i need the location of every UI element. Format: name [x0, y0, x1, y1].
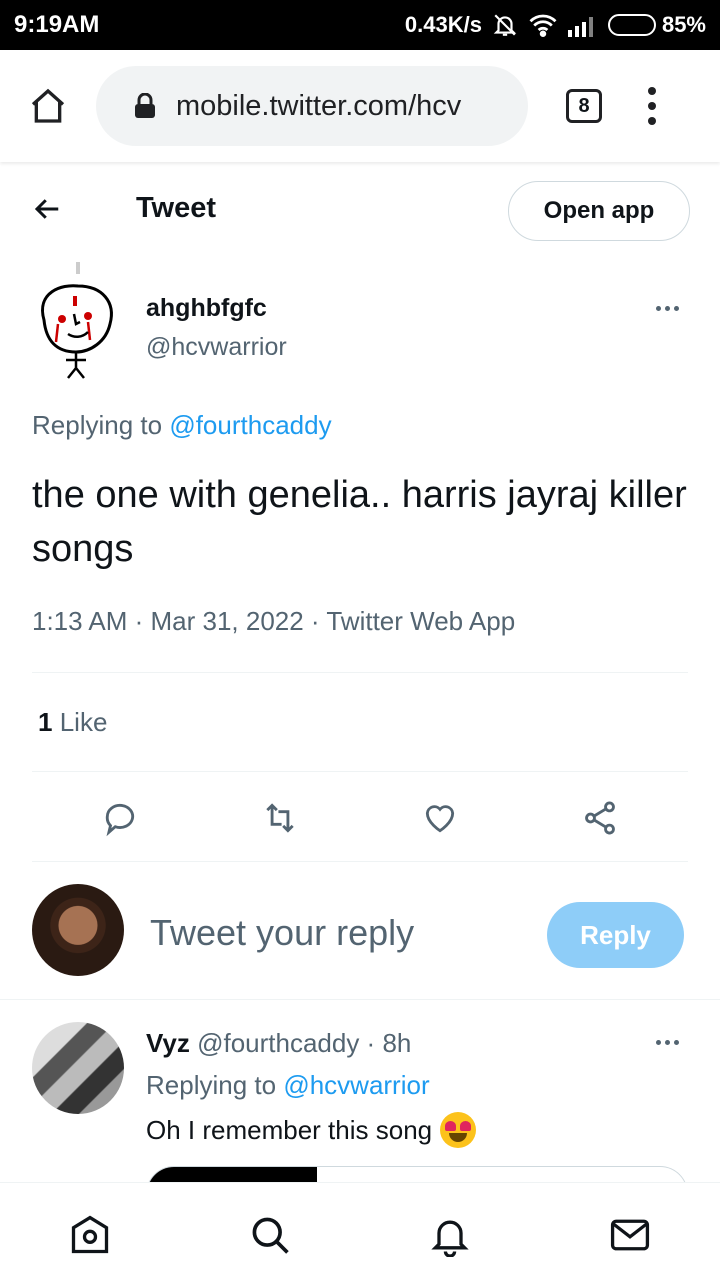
reply-input[interactable]: Tweet your reply: [150, 912, 414, 954]
reply-replying-prefix: Replying to: [146, 1070, 277, 1100]
bell-icon: [431, 1220, 469, 1257]
more-dot: [656, 306, 661, 311]
more-dot: [674, 306, 679, 311]
url-text: mobile.twitter.com/hcv: [176, 89, 462, 122]
more-dot: [674, 1040, 679, 1045]
reply-submit-button[interactable]: Reply: [547, 902, 684, 968]
divider: [32, 771, 688, 772]
nav-notifications[interactable]: [428, 1213, 472, 1257]
retweet-action-button[interactable]: [260, 796, 300, 840]
tweet-meta[interactable]: 1:13 AM · Mar 31, 2022 · Twitter Web App: [32, 606, 515, 637]
share-icon: [585, 801, 615, 835]
search-icon: [252, 1217, 289, 1254]
battery-icon: [607, 14, 656, 36]
tab-switcher-button[interactable]: 8: [566, 89, 602, 123]
heart-eyes-emoji-icon: [440, 1112, 477, 1148]
divider: [32, 861, 688, 862]
reply-bubble-icon: [105, 803, 135, 837]
like-action-button[interactable]: [420, 796, 460, 840]
divider: [32, 672, 688, 673]
reply-text: Oh I remember this song: [146, 1114, 433, 1145]
menu-dot: [648, 102, 656, 110]
reply-author-name[interactable]: Vyz: [146, 1028, 190, 1058]
arrow-left-icon: [34, 199, 59, 219]
reply-text-line: Oh I remember this song: [146, 1112, 477, 1148]
mail-icon: [610, 1219, 650, 1251]
reply-handle-time: @fourthcaddy · 8h: [197, 1028, 412, 1058]
page-header: Tweet Open app: [0, 162, 720, 260]
status-bar: 9:19AM 0.43K/s 85%: [0, 0, 720, 50]
author-handle[interactable]: @hcvwarrior: [146, 333, 287, 362]
reply-author-avatar[interactable]: [32, 1022, 124, 1114]
current-user-avatar[interactable]: [32, 884, 124, 976]
menu-dot: [648, 117, 656, 125]
address-bar[interactable]: mobile.twitter.com/hcv: [96, 66, 528, 146]
replying-prefix: Replying to: [32, 410, 163, 440]
home-icon: [31, 88, 65, 123]
signal-icon: [567, 13, 598, 37]
battery-percent: 85%: [661, 12, 706, 37]
tweet-more-button[interactable]: [656, 306, 679, 311]
more-dot: [665, 1040, 670, 1045]
nav-search[interactable]: [248, 1213, 292, 1257]
browser-menu-button[interactable]: [648, 87, 656, 125]
replying-to-link[interactable]: @fourthcaddy: [169, 410, 331, 440]
like-number: 1: [38, 707, 53, 737]
nav-home[interactable]: [68, 1213, 112, 1257]
reply-author-line: Vyz @fourthcaddy · 8h: [146, 1028, 411, 1059]
author-avatar[interactable]: [32, 262, 128, 382]
divider: [0, 999, 720, 1000]
like-label: Like: [59, 707, 108, 737]
menu-dot: [648, 87, 656, 95]
tweet-actions: [0, 796, 720, 840]
more-dot: [656, 1040, 661, 1045]
bottom-nav: [0, 1182, 720, 1280]
page-title: Tweet: [136, 192, 217, 224]
heart-icon: [425, 805, 455, 833]
reply-replying-to: Replying to @hcvwarrior: [146, 1070, 430, 1101]
open-app-button[interactable]: Open app: [508, 181, 690, 241]
likes-count[interactable]: 1 Like: [38, 707, 107, 738]
browser-toolbar: mobile.twitter.com/hcv 8: [0, 50, 720, 162]
back-button[interactable]: [32, 194, 62, 229]
retweet-icon: [266, 803, 294, 833]
lock-icon: [135, 93, 155, 118]
reply-action-button[interactable]: [100, 796, 140, 840]
bell-muted-icon: [492, 12, 518, 38]
replying-to: Replying to @fourthcaddy: [32, 410, 332, 441]
wifi-icon: [528, 12, 558, 38]
more-dot: [665, 306, 670, 311]
status-right: 0.43K/s 85%: [405, 12, 706, 38]
nav-messages[interactable]: [608, 1213, 652, 1257]
home-icon: [71, 1215, 109, 1254]
reply-replying-to-link[interactable]: @hcvwarrior: [283, 1070, 429, 1100]
browser-home-button[interactable]: [0, 86, 96, 126]
tweet-text: the one with genelia.. harris jayraj kil…: [32, 474, 687, 570]
author-name[interactable]: ahghbfgfc: [146, 294, 267, 323]
net-speed: 0.43K/s: [404, 12, 482, 37]
reply-more-button[interactable]: [656, 1040, 679, 1045]
battery-indicator: 85%: [607, 12, 706, 38]
share-action-button[interactable]: [580, 796, 620, 840]
status-time: 9:19AM: [14, 11, 100, 38]
